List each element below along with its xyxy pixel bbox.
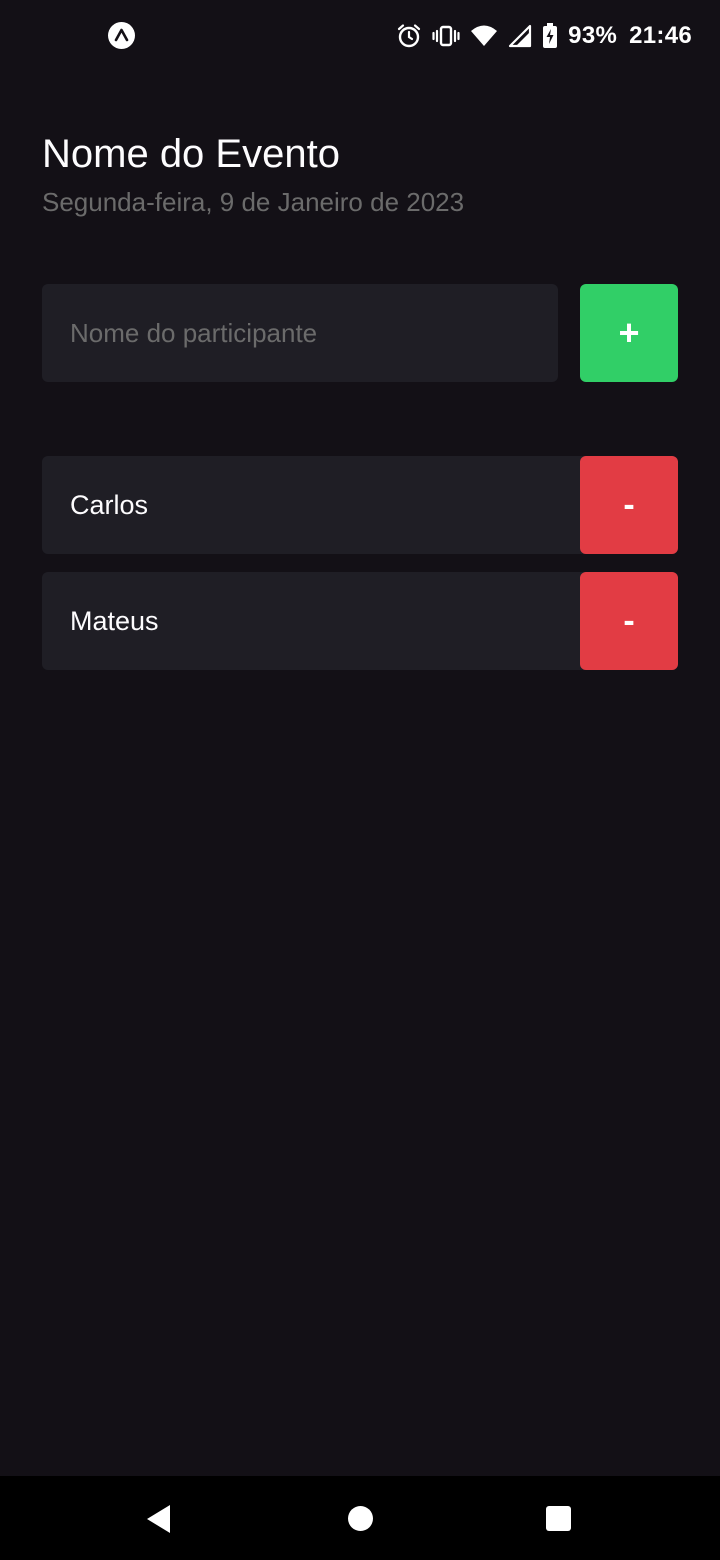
- remove-participant-button[interactable]: -: [580, 572, 678, 670]
- wifi-icon: [470, 24, 498, 48]
- back-icon[interactable]: [146, 1504, 172, 1539]
- participant-row: Mateus -: [42, 572, 678, 670]
- participant-list: Carlos - Mateus -: [42, 456, 678, 688]
- participant-row: Carlos -: [42, 456, 678, 554]
- recents-icon[interactable]: [546, 1506, 571, 1531]
- participant-name: Mateus: [70, 606, 159, 636]
- vibrate-icon: [432, 23, 460, 49]
- participant-name-input[interactable]: [42, 284, 558, 382]
- alarm-icon: [396, 23, 422, 49]
- clock: 21:46: [629, 22, 692, 49]
- event-title: Nome do Evento: [42, 132, 340, 176]
- navigation-bar: [0, 1476, 720, 1560]
- expo-icon: [108, 22, 135, 49]
- participant-name: Carlos: [70, 490, 149, 520]
- event-date: Segunda-feira, 9 de Janeiro de 2023: [42, 187, 465, 217]
- home-icon[interactable]: [348, 1506, 373, 1531]
- status-icons: 93% 21:46: [396, 18, 692, 54]
- remove-participant-button[interactable]: -: [580, 456, 678, 554]
- add-participant-button[interactable]: +: [580, 284, 678, 382]
- battery-charging-icon: [542, 23, 558, 49]
- battery-percentage: 93%: [568, 22, 618, 49]
- signal-icon: [508, 24, 532, 48]
- status-bar: 93% 21:46: [0, 0, 720, 72]
